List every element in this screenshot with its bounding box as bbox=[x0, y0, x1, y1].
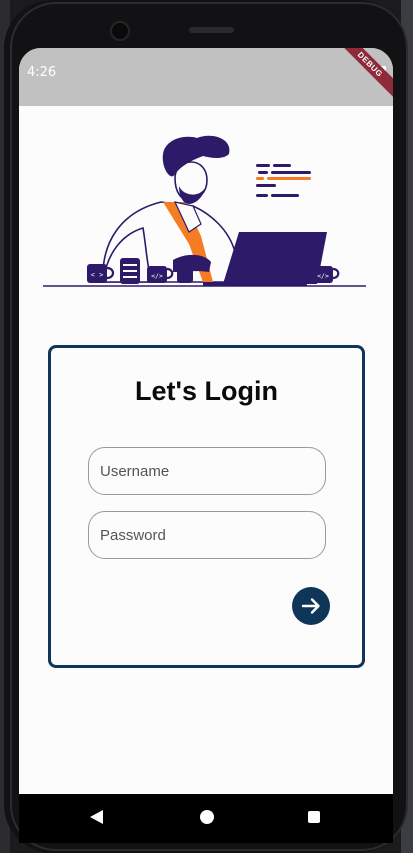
submit-button[interactable] bbox=[292, 587, 330, 625]
status-bar: 4:26 bbox=[19, 48, 393, 106]
android-nav-bar bbox=[19, 794, 393, 843]
developer-illustration: < > </> </> bbox=[43, 135, 366, 287]
arrow-right-icon bbox=[301, 598, 320, 614]
username-field[interactable] bbox=[88, 447, 326, 495]
app-screen: 4:26 DEBUG < > </> </> Let's Login Usern… bbox=[19, 48, 393, 843]
nav-back-icon[interactable] bbox=[90, 810, 103, 824]
nav-home-icon[interactable] bbox=[200, 810, 214, 824]
password-input[interactable] bbox=[89, 512, 325, 558]
earpiece-speaker bbox=[189, 27, 234, 33]
status-time: 4:26 bbox=[27, 65, 57, 80]
login-card: Let's Login bbox=[48, 345, 365, 668]
front-camera bbox=[110, 21, 130, 41]
username-input[interactable] bbox=[89, 448, 325, 494]
password-field[interactable] bbox=[88, 511, 326, 559]
svg-text:< >: < > bbox=[91, 271, 104, 279]
svg-text:</>: </> bbox=[317, 272, 329, 280]
nav-recents-icon[interactable] bbox=[308, 811, 320, 823]
login-title: Let's Login bbox=[135, 376, 278, 406]
svg-text:</>: </> bbox=[151, 272, 163, 280]
